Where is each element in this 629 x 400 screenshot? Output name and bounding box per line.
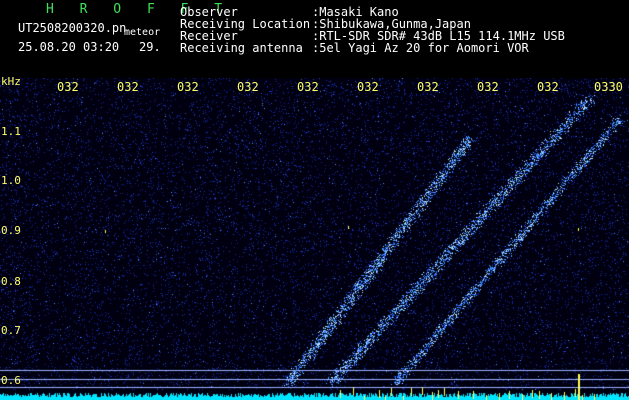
x-tick-10: 0330 — [594, 80, 623, 94]
y-tick-4: 0.8 — [1, 275, 21, 288]
antenna-label: Receiving antenna — [180, 41, 303, 55]
x-tick-7: 032 — [417, 80, 439, 94]
datetime-label: 25.08.20 03:20 — [18, 40, 120, 54]
x-tick-2: 032 — [117, 80, 139, 94]
y-tick-5: 0.7 — [1, 324, 21, 337]
x-tick-4: 032 — [237, 80, 259, 94]
meteor-label: meteor — [124, 27, 161, 38]
x-tick-1: 032 — [57, 80, 79, 94]
y-tick-1: 1.1 — [1, 125, 21, 138]
count-label: 29. — [139, 40, 161, 54]
x-tick-6: 032 — [357, 80, 379, 94]
y-tick-2: 1.0 — [1, 174, 21, 187]
x-tick-9: 032 — [537, 80, 559, 94]
spectrogram-canvas — [0, 78, 629, 400]
x-tick-8: 032 — [477, 80, 499, 94]
filename-label: UT2508200320.pn — [18, 21, 127, 35]
y-tick-6: 0.6 — [1, 374, 21, 387]
antenna-value: :5el Yagi Az 20 for Aomori VOR — [312, 41, 529, 55]
y-tick-3: 0.9 — [1, 224, 21, 237]
unit-label: kHz — [1, 75, 21, 88]
x-tick-5: 032 — [297, 80, 319, 94]
x-tick-3: 032 — [177, 80, 199, 94]
